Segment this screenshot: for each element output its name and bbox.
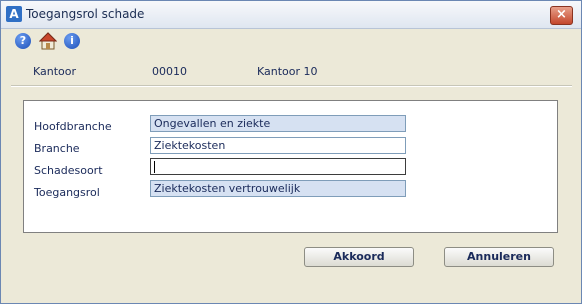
hoofdbranche-field: Ongevallen en ziekte bbox=[150, 115, 406, 132]
schadesoort-label: Schadesoort bbox=[34, 164, 103, 177]
branche-label: Branche bbox=[34, 142, 80, 155]
close-button[interactable]: × bbox=[550, 6, 573, 25]
branche-field[interactable]: Ziektekosten bbox=[150, 137, 406, 154]
title-bar[interactable]: A Toegangsrol schade × bbox=[1, 1, 581, 29]
akkoord-button[interactable]: Akkoord bbox=[304, 247, 414, 267]
annuleren-button[interactable]: Annuleren bbox=[444, 247, 554, 267]
text-caret bbox=[154, 161, 155, 173]
window-title: Toegangsrol schade bbox=[26, 7, 145, 21]
home-icon[interactable] bbox=[38, 32, 58, 50]
office-code: 00010 bbox=[152, 65, 187, 78]
app-logo-icon: A bbox=[6, 6, 22, 22]
toegangsrol-label: Toegangsrol bbox=[34, 186, 100, 199]
info-icon[interactable]: i bbox=[64, 33, 80, 49]
help-icon[interactable]: ? bbox=[15, 33, 31, 49]
toegangsrol-field: Ziektekosten vertrouwelijk bbox=[150, 180, 406, 197]
schadesoort-field[interactable] bbox=[150, 158, 406, 175]
office-label: Kantoor bbox=[33, 65, 77, 78]
toolbar: ? i bbox=[1, 29, 581, 55]
form-panel: Hoofdbranche Ongevallen en ziekte Branch… bbox=[23, 100, 558, 233]
dialog-window: A Toegangsrol schade × ? i Kantoor 00010… bbox=[0, 0, 582, 304]
hoofdbranche-label: Hoofdbranche bbox=[34, 120, 112, 133]
divider bbox=[11, 85, 572, 87]
office-name: Kantoor 10 bbox=[257, 65, 318, 78]
